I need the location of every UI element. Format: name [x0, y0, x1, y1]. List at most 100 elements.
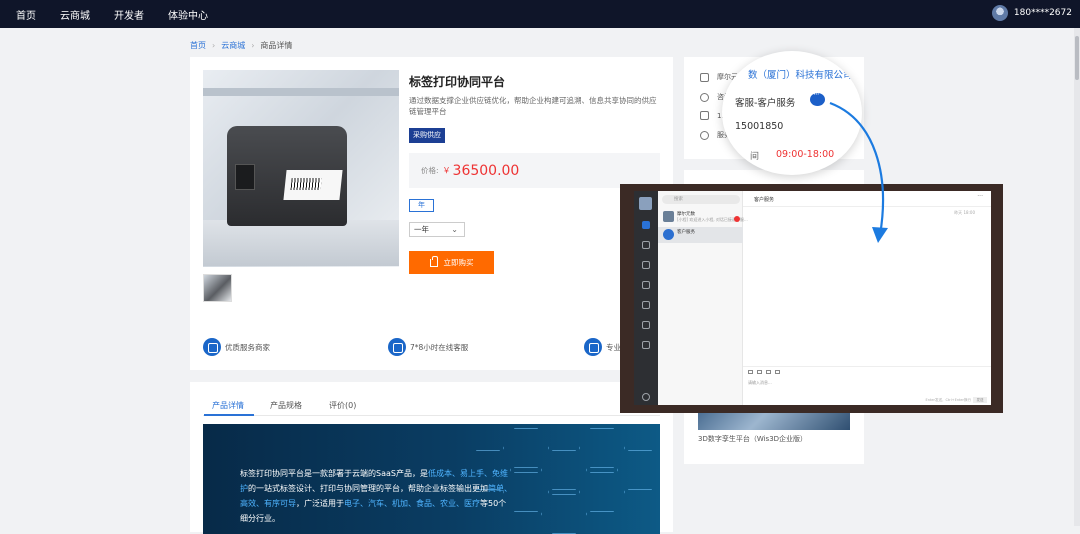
- nav-cloud-mall[interactable]: 云商城: [60, 7, 90, 22]
- product-card: 标签打印协同平台 通过数据支撑企业供应链优化，帮助企业构建可追溯、信息共享协同的…: [190, 57, 673, 370]
- conversation-avatar: [663, 229, 674, 240]
- power-icon[interactable]: [642, 393, 650, 401]
- product-banner: 标签打印协同平台是一款部署于云端的SaaS产品，是低成本、易上手、免维护的一站式…: [203, 424, 660, 534]
- chat-sidebar: [634, 191, 658, 405]
- conversation-avatar: [663, 211, 674, 222]
- image-icon[interactable]: [766, 370, 771, 374]
- zoom-time-prefix: 间: [750, 152, 760, 162]
- feature-quality: 优质服务商家: [203, 338, 270, 356]
- chat-window: 搜索 摩尔元数 [小程] 欢迎进入小程, 对话已接通客服... 客户服务 客户服…: [620, 184, 1003, 413]
- scrollbar-thumb[interactable]: [1075, 36, 1079, 80]
- chevron-right-icon: ›: [251, 41, 255, 50]
- nav-home[interactable]: 首页: [16, 7, 36, 22]
- video-icon[interactable]: [775, 370, 780, 374]
- banner-text-part: 标签打印协同平台是一款部署于云端的SaaS产品，是: [240, 469, 428, 478]
- unit-option[interactable]: 年: [409, 199, 434, 212]
- chat-title: 客户服务: [754, 197, 775, 203]
- banner-highlight: 电子、汽车、机加、食品、农业、医疗: [344, 499, 480, 508]
- arrow-icon: [829, 101, 888, 243]
- contacts-icon[interactable]: [642, 241, 650, 249]
- printer-panel: [235, 164, 255, 190]
- feature-label: 7*8小时在线客服: [410, 342, 469, 352]
- conversation-list: 搜索 摩尔元数 [小程] 欢迎进入小程, 对话已接通客服... 客户服务: [658, 191, 748, 405]
- zoom-phone: 15001850: [735, 121, 784, 132]
- user-menu[interactable]: 180****2672: [991, 5, 1072, 21]
- price-currency: ￥: [442, 166, 451, 175]
- headset-icon: [700, 92, 709, 102]
- group-icon[interactable]: [642, 281, 650, 289]
- conversation-item[interactable]: 客户服务: [658, 227, 743, 243]
- page-scrollbar[interactable]: [1074, 28, 1080, 526]
- banner-text: 标签打印协同平台是一款部署于云端的SaaS产品，是低成本、易上手、免维护的一站式…: [240, 466, 512, 526]
- phone-icon: [700, 111, 709, 120]
- period-select[interactable]: 一年 ⌄: [409, 222, 465, 237]
- chat-window-inner: 搜索 摩尔元数 [小程] 欢迎进入小程, 对话已接通客服... 客户服务 客户服…: [634, 191, 991, 405]
- breadcrumb-home[interactable]: 首页: [190, 40, 206, 51]
- product-main-image: [203, 70, 399, 267]
- shopping-bag-icon: [429, 255, 438, 267]
- message-time: 昨天 18:00: [954, 210, 975, 215]
- breadcrumb: 首页 › 云商城 › 商品详情: [190, 40, 292, 51]
- feature-label: 专业: [606, 342, 621, 352]
- price-box: 价格: ￥ 36500.00: [409, 153, 660, 188]
- feature-row: 优质服务商家 7*8小时在线客服 专业: [203, 338, 663, 358]
- send-button[interactable]: 发送: [973, 397, 987, 403]
- banner-text-part: 的一站式标签设计、打印与协同管理的平台，帮助企业标签输出更加: [248, 484, 488, 493]
- breadcrumb-cloud-mall[interactable]: 云商城: [221, 40, 245, 51]
- hexagon-decoration: [579, 428, 625, 468]
- feature-label: 优质服务商家: [225, 342, 270, 352]
- buy-now-button[interactable]: 立即购买: [409, 251, 494, 274]
- emoji-icon[interactable]: [748, 370, 753, 374]
- chat-toolbar: [748, 370, 780, 374]
- settings-icon[interactable]: [642, 341, 650, 349]
- detail-tabs-card: 产品详情 产品规格 评价(0) 标签打印协同平台是一款部署于云端的SaaS产品，…: [190, 382, 673, 534]
- nav-developer[interactable]: 开发者: [114, 7, 144, 22]
- clock-icon: [700, 130, 709, 140]
- shield-icon: [584, 338, 602, 356]
- headset-icon: [388, 338, 406, 356]
- conversation-name: 客户服务: [677, 230, 695, 235]
- zoom-service-label: 客服-客户服务: [735, 98, 796, 109]
- product-thumbnail[interactable]: [203, 274, 232, 302]
- hexagon-decoration: [541, 494, 587, 534]
- price-value: 36500.00: [452, 162, 520, 179]
- recommend-label[interactable]: 3D数字孪生平台（Wis3D企业版）: [698, 434, 807, 444]
- avatar[interactable]: [991, 5, 1008, 21]
- tab-reviews[interactable]: 评价(0): [329, 400, 356, 411]
- chat-input[interactable]: 请输入消息...: [748, 380, 772, 386]
- conversation-item[interactable]: 摩尔元数 [小程] 欢迎进入小程, 对话已接通客服...: [658, 209, 748, 225]
- unread-badge: [734, 216, 740, 222]
- printer-illustration: [227, 126, 347, 226]
- hexagon-decoration: [617, 450, 660, 490]
- apps-icon[interactable]: [642, 321, 650, 329]
- tab-product-spec[interactable]: 产品规格: [270, 400, 302, 411]
- user-icon[interactable]: [642, 261, 650, 269]
- user-phone: 180****2672: [1013, 8, 1072, 18]
- file-icon[interactable]: [757, 370, 762, 374]
- diamond-icon: [203, 338, 221, 356]
- chat-search-input[interactable]: 搜索: [662, 195, 740, 204]
- chat-user-avatar[interactable]: [639, 197, 652, 210]
- message-icon[interactable]: [642, 221, 650, 229]
- nav-experience-center[interactable]: 体验中心: [168, 7, 208, 22]
- more-icon[interactable]: ···: [977, 193, 983, 200]
- breadcrumb-current: 商品详情: [260, 41, 293, 50]
- feature-support: 7*8小时在线客服: [388, 338, 468, 356]
- supply-tag: 采购供应: [409, 128, 445, 143]
- hexagon-decoration: [541, 450, 587, 490]
- chevron-down-icon: ⌄: [451, 225, 458, 234]
- banner-text-part: ，广泛适用于: [296, 499, 344, 508]
- period-value: 一年: [414, 225, 429, 234]
- tab-divider: [203, 415, 660, 416]
- tab-product-detail[interactable]: 产品详情: [212, 400, 244, 411]
- printer-label: [283, 170, 343, 200]
- feature-professional: 专业: [584, 338, 621, 356]
- send-hint: Enter发送，Ctrl+Enter换行: [925, 398, 971, 402]
- product-title: 标签打印协同平台: [409, 75, 506, 89]
- org-icon[interactable]: [642, 301, 650, 309]
- building-icon: [700, 72, 709, 82]
- hexagon-decoration: [503, 428, 549, 468]
- top-nav: 首页 云商城 开发者 体验中心 180****2672: [0, 0, 1080, 28]
- zoom-company-name: 数（厦门）科技有限公司: [748, 70, 853, 81]
- active-tab-indicator: [204, 414, 254, 416]
